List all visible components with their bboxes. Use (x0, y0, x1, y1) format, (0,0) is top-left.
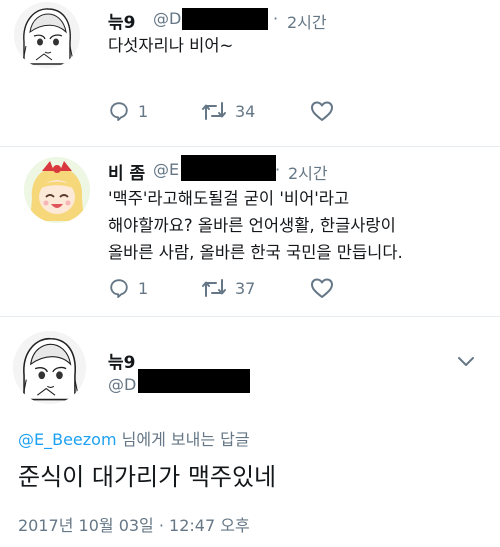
tweet-time[interactable]: 2시간 (288, 160, 328, 184)
user-handle[interactable]: @E (153, 160, 179, 179)
reply-context: @E_Beezom 님에게 보내는 답글 (18, 426, 250, 450)
tweet-text-line-1: '맥주'라고해도될걸 굳이 '비어'라고 (108, 189, 350, 208)
retweet-button[interactable]: 34 (201, 100, 255, 122)
redaction-bar (182, 8, 268, 30)
like-button[interactable] (310, 277, 334, 299)
tweet-menu-button[interactable] (456, 353, 476, 372)
tweet-time[interactable]: 2시간 (287, 9, 327, 33)
tweet-timestamp[interactable]: 2017년 10월 03일 · 12:47 오후 (18, 512, 250, 536)
reply-count: 1 (138, 101, 149, 121)
display-name[interactable]: 늒9 (108, 348, 135, 373)
display-name[interactable]: 늒9 (108, 8, 135, 33)
retweet-button[interactable]: 37 (201, 277, 255, 299)
display-name[interactable]: 비 좀 (108, 159, 145, 184)
retweet-count: 34 (235, 101, 256, 121)
reply-mention-link[interactable]: @E_Beezom (18, 430, 117, 449)
avatar[interactable] (14, 2, 80, 68)
tweet-actions: 1 37 (0, 277, 500, 307)
tweet-text: 다섯자리나 비어~ (108, 36, 234, 55)
reply-count: 1 (138, 278, 149, 298)
avatar[interactable] (13, 331, 86, 404)
focused-tweet-text: 준식이 대가리가 맥주있네 (18, 463, 277, 491)
like-button[interactable] (310, 100, 334, 122)
reply-button[interactable]: 1 (108, 100, 148, 122)
redaction-bar (181, 155, 276, 181)
avatar[interactable] (24, 157, 90, 223)
like-icon (311, 101, 333, 121)
reply-icon (110, 279, 128, 298)
chevron-down-icon (458, 357, 474, 366)
reply-icon (110, 102, 128, 121)
retweet-icon (202, 102, 226, 120)
reply-button[interactable]: 1 (108, 277, 148, 299)
retweet-icon (202, 279, 226, 297)
tweet-1[interactable]: 늒9 @D · 2시간 다섯자리나 비어~ 1 34 (0, 0, 500, 147)
tweet-text-line-2: 해야할까요? 올바른 언어생활, 한글사랑이 (108, 216, 396, 235)
user-handle[interactable]: @D (153, 9, 181, 28)
tweet-actions: 1 34 (0, 100, 500, 130)
time-separator: · (275, 160, 281, 179)
time-separator: · (273, 9, 279, 28)
redaction-bar (138, 369, 250, 393)
reply-context-suffix: 님에게 보내는 답글 (116, 430, 250, 449)
like-icon (311, 278, 333, 298)
tweet-text-line-3: 올바른 사람, 올바른 한국 국민을 만듭니다. (108, 243, 403, 262)
retweet-count: 37 (235, 278, 256, 298)
tweet-2[interactable]: 비 좀 @E · 2시간 '맥주'라고해도될걸 굳이 '비어'라고 해야할까요?… (0, 147, 500, 317)
user-handle[interactable]: @D (108, 375, 136, 394)
